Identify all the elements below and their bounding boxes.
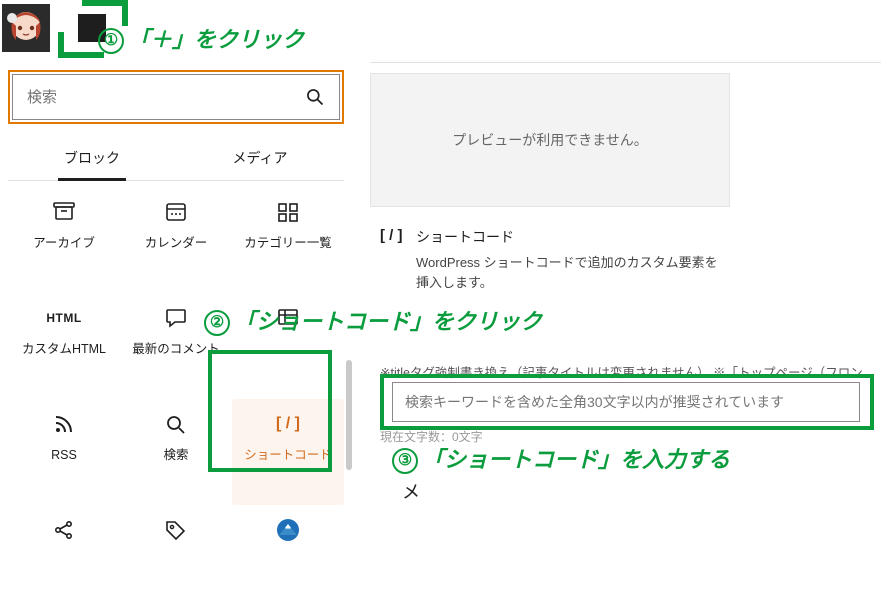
preview-unavailable-text: プレビューが利用できません。 xyxy=(452,132,648,148)
table-icon xyxy=(276,303,300,333)
block-tag[interactable] xyxy=(120,505,232,611)
scrollbar[interactable] xyxy=(346,360,352,470)
shortcode-input[interactable] xyxy=(392,382,860,422)
char-count: 現在文字数：0文字 xyxy=(380,428,483,445)
stray-text: メ xyxy=(402,478,420,504)
rss-icon xyxy=(52,409,76,439)
tab-media[interactable]: メディア xyxy=(176,138,344,180)
tab-blocks[interactable]: ブロック xyxy=(8,138,176,180)
inserter-tabs: ブロック メディア xyxy=(8,138,344,181)
block-search[interactable]: 検索 xyxy=(120,399,232,505)
share-icon xyxy=(52,515,76,545)
annotation-1: ①「＋」をクリック xyxy=(98,22,304,54)
plus-icon xyxy=(78,14,106,42)
block-custom-html[interactable]: HTML カスタムHTML xyxy=(8,293,120,399)
shortcode-icon: [ / ] xyxy=(276,409,300,439)
annotation-3: ③「ショートコード」を入力する xyxy=(392,442,730,474)
tag-icon xyxy=(164,515,188,545)
shortcode-description: [ / ] ショートコード WordPress ショートコードで追加のカスタム要… xyxy=(370,207,730,300)
block-categories[interactable]: カテゴリー一覧 xyxy=(232,187,344,293)
block-calendar[interactable]: カレンダー xyxy=(120,187,232,293)
block-table-partial[interactable] xyxy=(232,293,344,399)
shortcode-title: ショートコード xyxy=(416,227,720,247)
divider xyxy=(370,62,881,63)
block-grid: アーカイブ カレンダー カテゴリー一覧 HTML カスタムHTML 最新のコメン… xyxy=(8,187,344,611)
archive-icon xyxy=(52,197,76,227)
block-share[interactable] xyxy=(8,505,120,611)
search-highlight-box xyxy=(8,70,344,124)
shortcode-body: WordPress ショートコードで追加のカスタム要素を挿入します。 xyxy=(416,253,720,292)
add-block-button[interactable] xyxy=(62,0,122,56)
block-search-field[interactable] xyxy=(12,74,340,120)
block-shortcode[interactable]: [ / ] ショートコード xyxy=(232,399,344,505)
title-tag-note: ※titleタグ強制書き換え（記事タイトルは変更されません） ※「トップページ（… xyxy=(380,362,863,381)
block-rss[interactable]: RSS xyxy=(8,399,120,505)
block-fuji[interactable] xyxy=(232,505,344,611)
search-icon xyxy=(305,87,325,107)
block-inserter-panel: ブロック メディア アーカイブ カレンダー カテゴリー一覧 HTML xyxy=(8,70,344,611)
shortcode-desc-icon: [ / ] xyxy=(380,227,404,251)
fuji-icon xyxy=(275,515,301,545)
search-block-icon xyxy=(164,409,188,439)
block-search-input[interactable] xyxy=(27,89,305,106)
categories-icon xyxy=(276,197,300,227)
comments-icon xyxy=(164,303,188,333)
block-archive[interactable]: アーカイブ xyxy=(8,187,120,293)
avatar[interactable] xyxy=(2,4,50,52)
preview-unavailable-card: プレビューが利用できません。 xyxy=(370,73,730,207)
html-icon: HTML xyxy=(46,303,81,333)
calendar-icon xyxy=(164,197,188,227)
block-latest-comments[interactable]: 最新のコメント xyxy=(120,293,232,399)
